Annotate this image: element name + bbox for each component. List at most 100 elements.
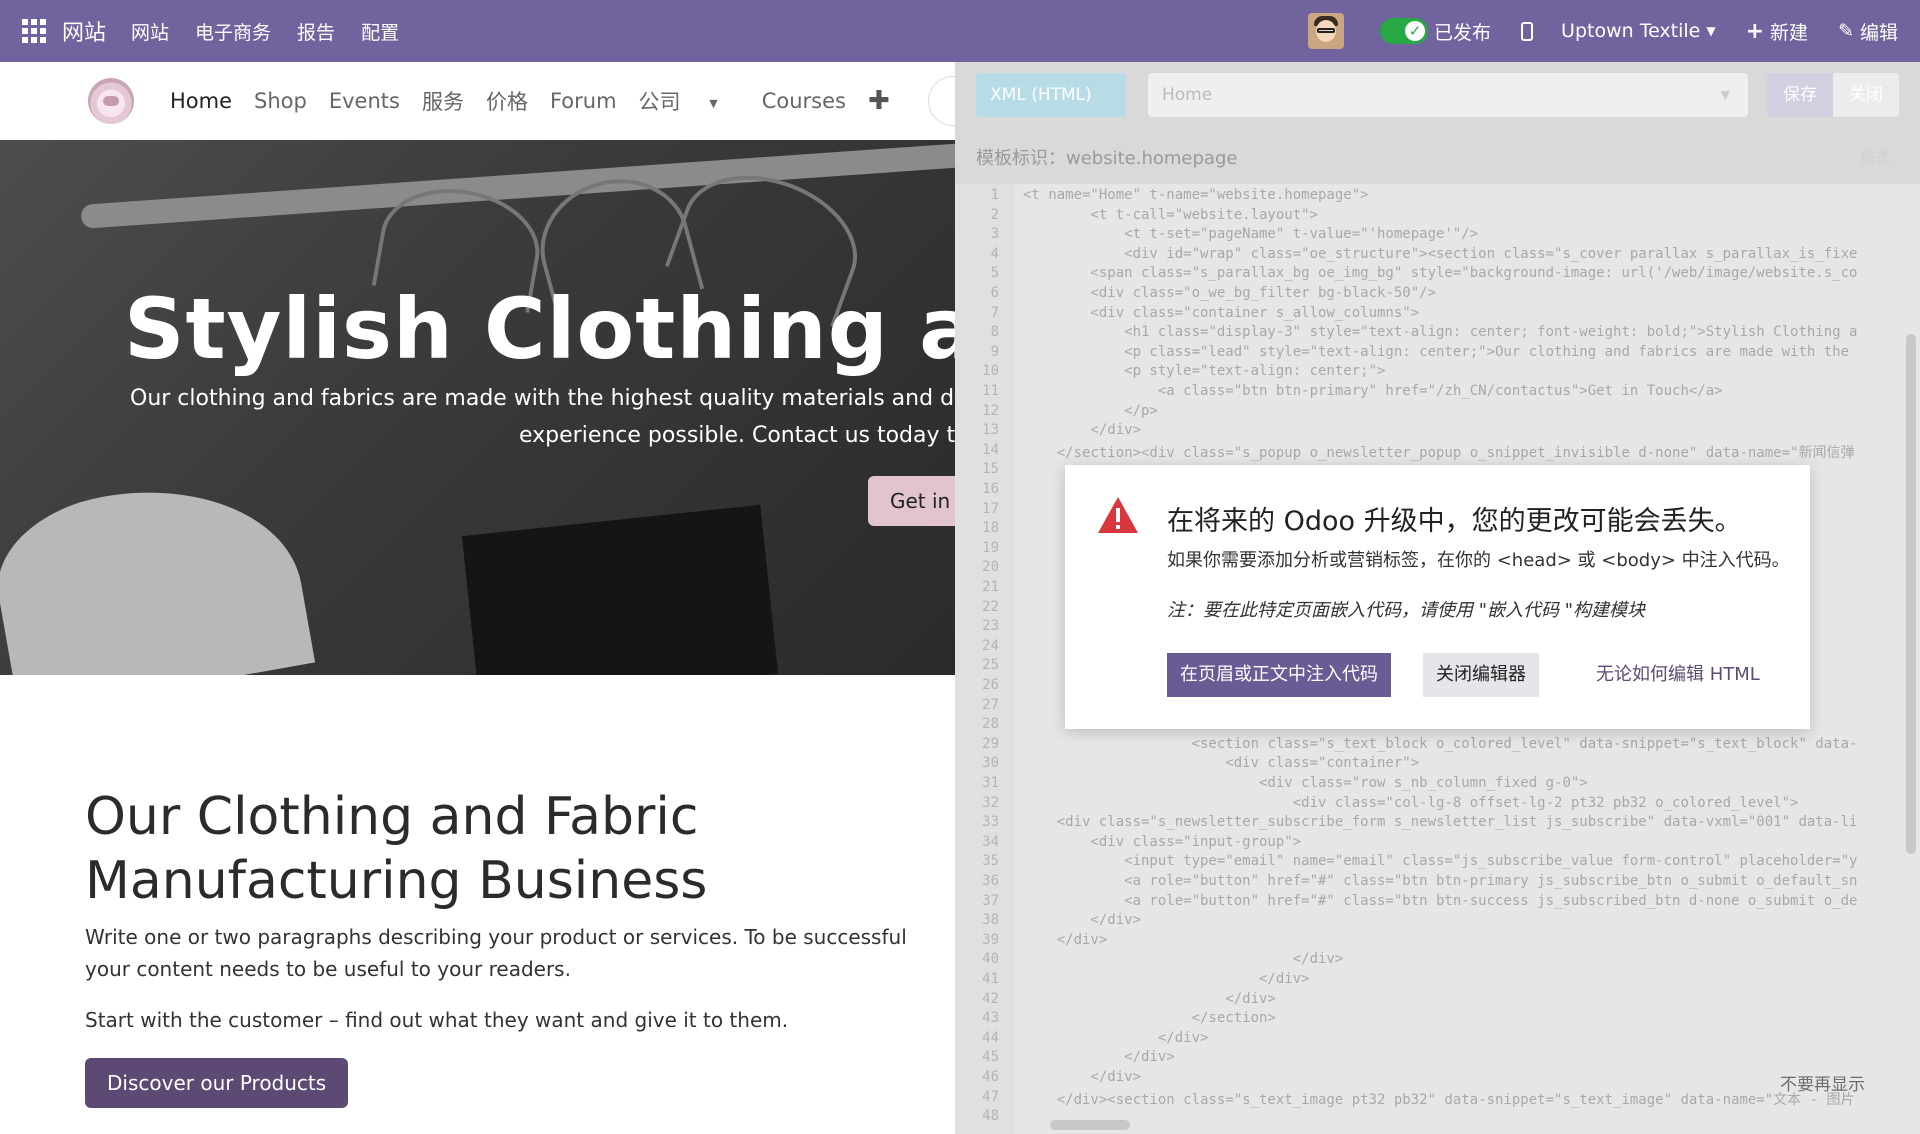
code-line[interactable]: 41 </div> — [955, 971, 1920, 991]
mobile-preview-icon[interactable] — [1521, 21, 1534, 41]
editor-mode-label: XML (HTML) — [990, 85, 1092, 105]
code-text: <div class="container"> — [1023, 755, 1420, 772]
code-line[interactable]: 12 </p> — [955, 403, 1920, 423]
nav-shop[interactable]: Shop — [254, 89, 307, 113]
website-switcher[interactable]: Uptown Textile ▼ — [1561, 20, 1716, 42]
nav-forum[interactable]: Forum — [550, 89, 617, 113]
menu-reporting[interactable]: 报告 — [297, 18, 335, 45]
code-line[interactable]: 39 </div> — [955, 932, 1920, 952]
apps-menu-icon[interactable] — [22, 19, 46, 43]
code-line[interactable]: 5 <span class="s_parallax_bg oe_img_bg" … — [955, 265, 1920, 285]
code-line[interactable]: 46 </div> — [955, 1069, 1920, 1089]
edit-button-label: 编辑 — [1859, 21, 1898, 44]
editor-mode-dropdown[interactable]: XML (HTML) — [976, 73, 1126, 117]
code-line[interactable]: 9 <p class="lead" style="text-align: cen… — [955, 344, 1920, 364]
website-switcher-label: Uptown Textile — [1561, 20, 1701, 42]
hero-cover: Stylish Clothing and Our clothing and fa… — [0, 140, 955, 675]
code-line[interactable]: 40 </div> — [955, 951, 1920, 971]
line-number: 39 — [982, 931, 999, 948]
hero-lead-line2: experience possible. Contact us today to… — [519, 423, 955, 448]
code-line[interactable]: 47 </div><section class="s_text_image pt… — [955, 1089, 1920, 1109]
menu-website[interactable]: 网站 — [131, 18, 169, 45]
code-text: <t name="Home" t-name="website.homepage"… — [1023, 187, 1369, 203]
code-line[interactable]: 44 </div> — [955, 1030, 1920, 1050]
editor-close-button[interactable]: 关闭 — [1833, 73, 1899, 117]
code-line[interactable]: 32 <div class="col-lg-8 offset-lg-2 pt32… — [955, 795, 1920, 815]
close-editor-button[interactable]: 关闭编辑器 — [1423, 653, 1539, 697]
code-line[interactable]: 45 </div> — [955, 1049, 1920, 1069]
template-identifier: 模板标识：website.homepage — [976, 148, 1238, 169]
code-text: </section> — [1023, 1010, 1276, 1027]
code-line[interactable]: 14 </section><div class="s_popup o_newsl… — [955, 442, 1920, 462]
format-button[interactable]: 格式 — [1860, 146, 1890, 167]
nav-pricing[interactable]: 价格 — [486, 86, 528, 116]
line-number: 36 — [982, 873, 999, 889]
edit-html-anyway-button[interactable]: 无论如何编辑 HTML — [1583, 653, 1773, 697]
nav-events[interactable]: Events — [329, 89, 400, 113]
line-number: 35 — [982, 853, 999, 870]
code-text: <p class="lead" style="text-align: cente… — [1023, 343, 1850, 360]
code-line[interactable]: 33 <div class="s_newsletter_subscribe_fo… — [955, 814, 1920, 834]
code-line[interactable]: 13 </div> — [955, 422, 1920, 442]
new-button-label: 新建 — [1770, 21, 1809, 44]
line-number: 15 — [982, 461, 999, 478]
discover-products-button[interactable]: Discover our Products — [85, 1058, 349, 1108]
inject-code-button[interactable]: 在页眉或正文中注入代码 — [1167, 653, 1391, 697]
vertical-scrollbar[interactable] — [1906, 334, 1916, 854]
website-menu: Home Shop Events 服务 价格 Forum 公司 ▼ Course… — [170, 86, 912, 116]
line-number: 14 — [982, 441, 999, 458]
nav-services[interactable]: 服务 — [422, 86, 464, 116]
code-line[interactable]: 6 <div class="o_we_bg_filter bg-black-50… — [955, 285, 1920, 305]
code-line[interactable]: 7 <div class="container s_allow_columns"… — [955, 305, 1920, 325]
code-line[interactable]: 38 </div> — [955, 912, 1920, 932]
upgrade-warning-dialog: 在将来的 Odoo 升级中，您的更改可能会丢失。 如果你需要添加分析或营销标签，… — [1065, 465, 1810, 729]
menu-configuration[interactable]: 配置 — [361, 18, 399, 45]
menu-ecommerce[interactable]: 电子商务 — [195, 18, 271, 45]
code-line[interactable]: 8 <h1 class="display-3" style="text-alig… — [955, 324, 1920, 344]
code-line[interactable]: 10 <p style="text-align: center;"> — [955, 363, 1920, 383]
published-label[interactable]: 已发布 — [1434, 18, 1491, 45]
add-menu-icon[interactable]: ✚ — [868, 86, 890, 116]
publish-toggle[interactable]: ✓ — [1380, 18, 1429, 44]
view-select[interactable]: Home ▼ — [1148, 73, 1748, 117]
line-number: 9 — [990, 343, 999, 360]
get-in-touch-button[interactable]: Get in T — [868, 476, 955, 526]
nav-courses[interactable]: Courses — [762, 89, 846, 113]
code-line[interactable]: 1 <t name="Home" t-name="website.homepage… — [955, 187, 1920, 207]
site-logo[interactable] — [88, 78, 134, 124]
code-text: <div class="s_newsletter_subscribe_form … — [1023, 814, 1858, 831]
code-line[interactable]: 4 <div id="wrap" class="oe_structure"><s… — [955, 246, 1920, 266]
line-number: 30 — [982, 755, 999, 772]
code-line[interactable]: 43 </section> — [955, 1010, 1920, 1030]
hero-title: Stylish Clothing and — [124, 280, 955, 378]
nav-home[interactable]: Home — [170, 89, 232, 113]
code-line[interactable]: 11 <a class="btn btn-primary" href="/zh_… — [955, 383, 1920, 403]
code-line[interactable]: 3 <t t-set="pageName" t-value="'homepage… — [955, 226, 1920, 246]
line-number: 11 — [982, 383, 999, 399]
dont-show-again-link[interactable]: 不要再显示 — [1780, 1070, 1865, 1095]
line-number: 37 — [982, 892, 999, 909]
code-text: </section><div class="s_popup o_newslett… — [1023, 444, 1855, 461]
app-brand[interactable]: 网站 — [62, 15, 106, 47]
code-text: </div><section class="s_text_image pt32 … — [1023, 1091, 1855, 1108]
line-number: 1 — [990, 187, 999, 203]
edit-button[interactable]: ✎ 编辑 — [1838, 18, 1898, 45]
code-line[interactable]: 37 <a role="button" href="#" class="btn … — [955, 893, 1920, 913]
code-line[interactable]: 2 <t t-call="website.layout"> — [955, 207, 1920, 227]
code-line[interactable]: 42 </div> — [955, 991, 1920, 1011]
horizontal-scrollbar[interactable] — [1050, 1120, 1130, 1130]
code-line[interactable]: 31 <div class="row s_nb_column_fixed g-0… — [955, 775, 1920, 795]
code-line[interactable]: 36 <a role="button" href="#" class="btn … — [955, 873, 1920, 893]
line-number: 20 — [982, 559, 999, 576]
code-line[interactable]: 34 <div class="input-group"> — [955, 834, 1920, 854]
dialog-title: 在将来的 Odoo 升级中，您的更改可能会丢失。 — [1167, 506, 1742, 537]
nav-company[interactable]: 公司 ▼ — [639, 86, 740, 116]
code-line[interactable]: 29 <section class="s_text_block o_colore… — [955, 736, 1920, 756]
code-line[interactable]: 35 <input type="email" name="email" clas… — [955, 853, 1920, 873]
code-text: <section class="s_text_block o_colored_l… — [1023, 735, 1858, 752]
user-avatar[interactable] — [1308, 13, 1345, 49]
line-number: 33 — [982, 814, 999, 831]
new-button[interactable]: + 新建 — [1746, 18, 1808, 45]
editor-save-button[interactable]: 保存 — [1767, 73, 1833, 117]
code-line[interactable]: 30 <div class="container"> — [955, 755, 1920, 775]
